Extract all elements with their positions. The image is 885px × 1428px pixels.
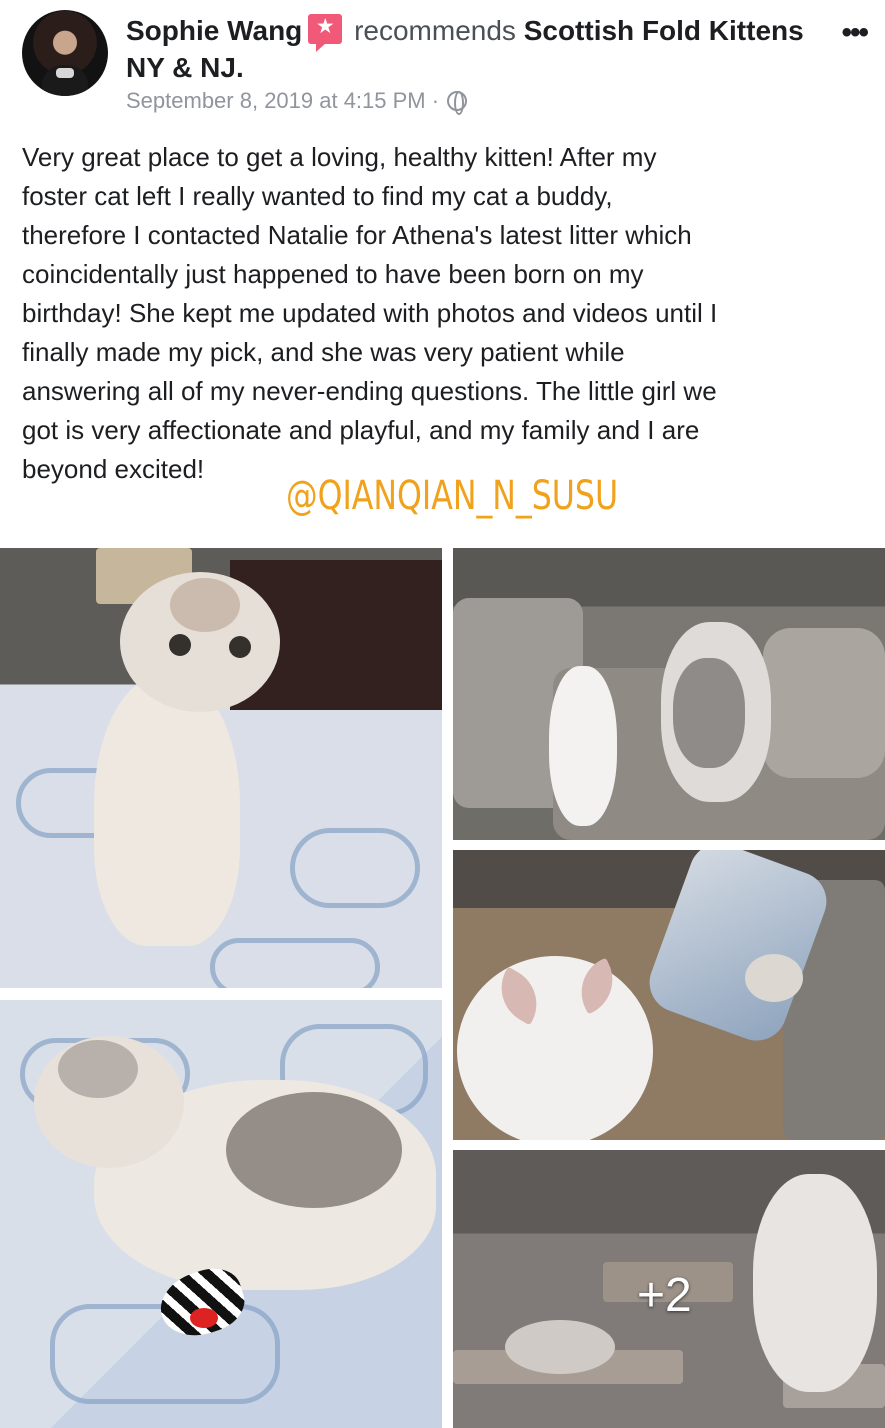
small-kitten-shape xyxy=(745,954,803,1002)
more-options-button[interactable]: ••• xyxy=(841,18,868,48)
recommendation-action-text: recommends xyxy=(354,15,516,46)
white-cat-shape xyxy=(753,1174,877,1392)
kitten-face-patch xyxy=(170,578,240,632)
cushion-shape xyxy=(763,628,885,778)
recommendation-badge-icon xyxy=(308,14,343,52)
photo-cat-near-pillow[interactable] xyxy=(453,850,885,1140)
photo-cats-on-cat-tree[interactable]: +2 xyxy=(453,1150,885,1428)
timestamp-text[interactable]: September 8, 2019 at 4:15 PM · xyxy=(126,88,439,114)
kitten-eye xyxy=(229,636,251,658)
kitten-gray-patch xyxy=(673,658,745,768)
kitten-eye xyxy=(169,634,191,656)
author-avatar[interactable] xyxy=(22,10,108,96)
post-timestamp[interactable]: September 8, 2019 at 4:15 PM · xyxy=(126,88,468,115)
kitten-gray-patch xyxy=(226,1092,402,1208)
author-name-link[interactable]: Sophie Wang xyxy=(126,15,302,46)
bedspread-pattern xyxy=(210,938,380,988)
white-cat-shape xyxy=(457,956,653,1140)
photo-kitten-playing[interactable] xyxy=(0,1000,442,1428)
toy-mouse-ear xyxy=(190,1308,218,1328)
globe-icon xyxy=(447,91,468,115)
photo-two-cats-on-couch[interactable] xyxy=(453,548,885,840)
small-kitten-shape xyxy=(505,1320,615,1374)
more-photos-count[interactable]: +2 xyxy=(637,1267,692,1325)
post-text: Very great place to get a loving, health… xyxy=(22,142,718,484)
watermark-text: @QIANQIAN_N_SUSU xyxy=(286,473,619,519)
bedspread-pattern xyxy=(290,828,420,908)
kitten-body-shape xyxy=(94,674,240,946)
post-header: Sophie Wang recommends Scottish Fold Kit… xyxy=(0,0,885,130)
post-heading: Sophie Wang recommends Scottish Fold Kit… xyxy=(126,12,816,86)
kitten-face-patch xyxy=(58,1040,138,1098)
photo-kitten-on-bed[interactable] xyxy=(0,548,442,988)
white-cat-shape xyxy=(549,666,617,826)
